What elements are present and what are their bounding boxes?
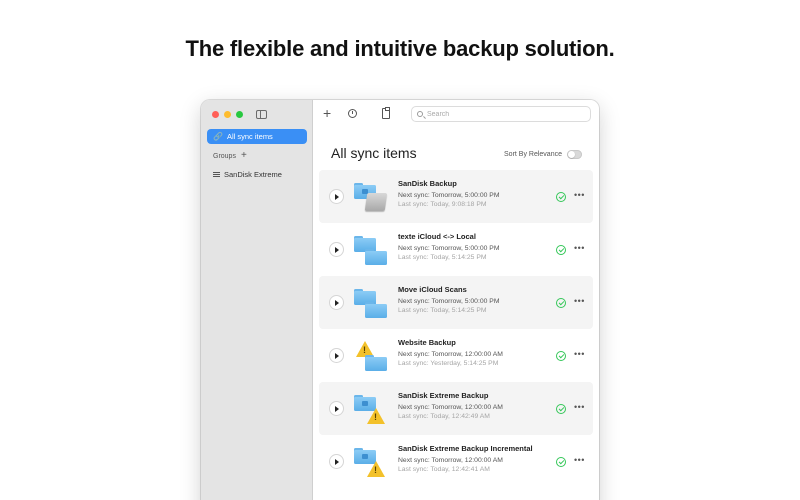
sync-type-icon [354, 286, 390, 320]
sidebar-item-all-sync-items[interactable]: 🔗 All sync items [207, 129, 307, 144]
minimize-window-button[interactable] [224, 111, 231, 118]
next-sync: Next sync: Tomorrow, 12:00:00 AM [398, 457, 503, 464]
toolbar: + [313, 100, 599, 128]
more-options-icon[interactable]: ••• [574, 243, 585, 253]
last-sync: Last sync: Today, 5:14:25 PM [398, 307, 487, 314]
search-input[interactable] [427, 110, 577, 118]
app-window: 🔗 All sync items Groups + SanDisk Extrem… [201, 100, 599, 500]
folder-icon [365, 302, 387, 318]
warning-icon [367, 461, 385, 477]
success-check-icon [556, 404, 566, 414]
link-icon: 🔗 [213, 131, 223, 141]
list-item[interactable]: Move iCloud Scans Next sync: Tomorrow, 5… [319, 276, 593, 329]
sidebar-toggle-icon[interactable] [256, 110, 267, 119]
headline: The flexible and intuitive backup soluti… [185, 36, 615, 61]
play-button[interactable] [329, 401, 344, 416]
sync-items-list: SanDisk Backup Next sync: Tomorrow, 5:00… [319, 170, 593, 488]
list-item[interactable]: texte iCloud <-> Local Next sync: Tomorr… [319, 223, 593, 276]
groups-label: Groups [213, 152, 236, 160]
next-sync: Next sync: Tomorrow, 5:00:00 PM [398, 245, 500, 252]
main-panel: + All sync items Sort By Relevance [313, 100, 599, 500]
success-check-icon [556, 245, 566, 255]
item-info: Move iCloud Scans Next sync: Tomorrow, 5… [398, 285, 500, 314]
folder-icon [365, 249, 387, 265]
item-info: Website Backup Next sync: Tomorrow, 12:0… [398, 338, 503, 367]
search-box[interactable] [411, 106, 591, 122]
drive-icon [364, 193, 388, 211]
sidebar-item-sandisk-extreme[interactable]: SanDisk Extreme [213, 170, 282, 179]
play-button[interactable] [329, 189, 344, 204]
folder-icon [365, 355, 387, 371]
last-sync: Last sync: Today, 9:08:18 PM [398, 201, 487, 208]
play-button[interactable] [329, 242, 344, 257]
sync-type-icon [354, 339, 390, 373]
item-name: Move iCloud Scans [398, 285, 467, 294]
close-window-button[interactable] [212, 111, 219, 118]
item-name: SanDisk Extreme Backup [398, 391, 489, 400]
more-options-icon[interactable]: ••• [574, 190, 585, 200]
sync-type-icon [354, 445, 390, 479]
add-item-button[interactable]: + [323, 106, 331, 120]
search-icon [417, 111, 423, 117]
last-sync: Last sync: Today, 12:42:49 AM [398, 413, 490, 420]
zoom-window-button[interactable] [236, 111, 243, 118]
list-icon [213, 172, 220, 177]
next-sync: Next sync: Tomorrow, 12:00:00 AM [398, 351, 503, 358]
groups-header: Groups + [213, 151, 247, 161]
list-item[interactable]: SanDisk Extreme Backup Incremental Next … [319, 435, 593, 488]
last-sync: Last sync: Today, 5:14:25 PM [398, 254, 487, 261]
sidebar-item-label: All sync items [226, 132, 273, 141]
item-name: SanDisk Backup [398, 179, 457, 188]
item-name: SanDisk Extreme Backup Incremental [398, 444, 533, 453]
play-button[interactable] [329, 454, 344, 469]
more-options-icon[interactable]: ••• [574, 455, 585, 465]
last-sync: Last sync: Today, 12:42:41 AM [398, 466, 490, 473]
sync-type-icon [354, 180, 390, 214]
sort-relevance-toggle[interactable] [567, 150, 582, 159]
success-check-icon [556, 192, 566, 202]
list-item[interactable]: SanDisk Backup Next sync: Tomorrow, 5:00… [319, 170, 593, 223]
item-info: texte iCloud <-> Local Next sync: Tomorr… [398, 232, 500, 261]
warning-icon [367, 408, 385, 424]
add-group-button[interactable]: + [241, 151, 247, 161]
next-sync: Next sync: Tomorrow, 5:00:00 PM [398, 192, 500, 199]
success-check-icon [556, 351, 566, 361]
sync-type-icon [354, 233, 390, 267]
sort-label: Sort By Relevance [504, 151, 562, 158]
success-check-icon [556, 298, 566, 308]
more-options-icon[interactable]: ••• [574, 349, 585, 359]
next-sync: Next sync: Tomorrow, 5:00:00 PM [398, 298, 500, 305]
page-title: All sync items [331, 145, 417, 161]
item-name: texte iCloud <-> Local [398, 232, 476, 241]
sidebar-item-label: SanDisk Extreme [224, 170, 282, 179]
success-check-icon [556, 457, 566, 467]
sync-type-icon [354, 392, 390, 426]
play-button[interactable] [329, 295, 344, 310]
more-options-icon[interactable]: ••• [574, 402, 585, 412]
more-options-icon[interactable]: ••• [574, 296, 585, 306]
next-sync: Next sync: Tomorrow, 12:00:00 AM [398, 404, 503, 411]
list-item[interactable]: SanDisk Extreme Backup Next sync: Tomorr… [319, 382, 593, 435]
history-icon[interactable] [348, 109, 357, 118]
window-controls [212, 111, 243, 118]
item-info: SanDisk Extreme Backup Incremental Next … [398, 444, 533, 473]
item-info: SanDisk Backup Next sync: Tomorrow, 5:00… [398, 179, 500, 208]
item-name: Website Backup [398, 338, 456, 347]
sidebar: 🔗 All sync items Groups + SanDisk Extrem… [201, 100, 313, 500]
clipboard-icon[interactable] [382, 107, 390, 119]
last-sync: Last sync: Yesterday, 5:14:25 PM [398, 360, 499, 367]
list-item[interactable]: Website Backup Next sync: Tomorrow, 12:0… [319, 329, 593, 382]
item-info: SanDisk Extreme Backup Next sync: Tomorr… [398, 391, 503, 420]
sort-control: Sort By Relevance [504, 150, 582, 159]
play-button[interactable] [329, 348, 344, 363]
